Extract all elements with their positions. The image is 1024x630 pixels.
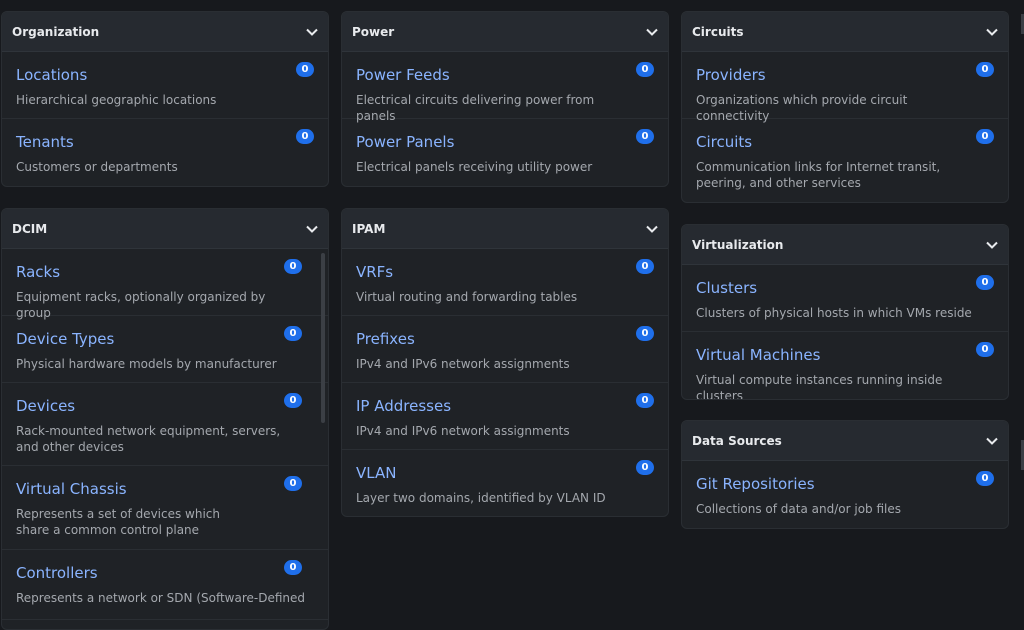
count-badge: 0: [976, 129, 994, 144]
card-title: DCIM: [12, 221, 48, 236]
card-data-sources: Data Sources Git Repositories Collection…: [681, 420, 1009, 529]
ip-addresses-link[interactable]: IP Addresses: [356, 383, 654, 415]
chevron-down-icon[interactable]: [986, 435, 998, 447]
chevron-down-icon[interactable]: [986, 239, 998, 251]
card-header-power[interactable]: Power: [342, 12, 668, 52]
git-repositories-link[interactable]: Git Repositories: [696, 461, 994, 493]
scrollbar[interactable]: [321, 253, 325, 423]
clusters-link[interactable]: Clusters: [696, 265, 994, 297]
count-badge: 0: [636, 259, 654, 274]
card-ipam: IPAM VRFs Virtual routing and forwarding…: [341, 208, 669, 517]
circuits-link[interactable]: Circuits: [696, 119, 994, 151]
count-badge: 0: [636, 62, 654, 77]
item-description: Clusters of physical hosts in which VMs …: [696, 306, 972, 320]
virtual-machines-link[interactable]: Virtual Machines: [696, 332, 994, 364]
item-description: Rack-mounted network equipment, servers,…: [16, 424, 281, 454]
list-item-power-feeds[interactable]: Power Feeds Electrical circuits deliveri…: [342, 52, 668, 123]
card-virtualization: Virtualization Clusters Clusters of phys…: [681, 224, 1009, 400]
count-badge: 0: [976, 62, 994, 77]
card-circuits: Circuits Providers Organizations which p…: [681, 11, 1009, 203]
count-badge: 0: [284, 393, 302, 408]
vlan-link[interactable]: VLAN: [356, 450, 654, 482]
card-header-virtualization[interactable]: Virtualization: [682, 225, 1008, 265]
vrfs-link[interactable]: VRFs: [356, 249, 654, 281]
card-header-data-sources[interactable]: Data Sources: [682, 421, 1008, 461]
chevron-down-icon[interactable]: [306, 223, 318, 235]
count-badge: 0: [976, 471, 994, 486]
tenants-link[interactable]: Tenants: [16, 119, 314, 151]
list-item-git-repositories[interactable]: Git Repositories Collections of data and…: [682, 461, 1008, 527]
list-item-virtual-chassis[interactable]: Virtual Chassis Represents a set of devi…: [2, 466, 328, 550]
list-item-racks[interactable]: Racks Equipment racks, optionally organi…: [2, 249, 328, 320]
list-item-locations[interactable]: Locations Hierarchical geographic locati…: [2, 52, 328, 119]
count-badge: 0: [284, 259, 302, 274]
list-item-device-types[interactable]: Device Types Physical hardware models by…: [2, 316, 328, 383]
chevron-down-icon[interactable]: [646, 26, 658, 38]
count-badge: 0: [636, 129, 654, 144]
virtual-chassis-link[interactable]: Virtual Chassis: [16, 466, 314, 498]
list-item-providers[interactable]: Providers Organizations which provide ci…: [682, 52, 1008, 123]
count-badge: 0: [296, 129, 314, 144]
chevron-down-icon[interactable]: [646, 223, 658, 235]
controllers-link[interactable]: Controllers: [16, 550, 314, 582]
item-description: Customers or departments: [16, 160, 178, 174]
list-item-vrfs[interactable]: VRFs Virtual routing and forwarding tabl…: [342, 249, 668, 316]
count-badge: 0: [284, 326, 302, 341]
card-title: Organization: [12, 24, 100, 39]
list-item-virtual-machines[interactable]: Virtual Machines Virtual compute instanc…: [682, 332, 1008, 400]
count-badge: 0: [976, 342, 994, 357]
power-feeds-link[interactable]: Power Feeds: [356, 52, 654, 84]
locations-link[interactable]: Locations: [16, 52, 314, 84]
list-item-devices[interactable]: Devices Rack-mounted network equipment, …: [2, 383, 328, 466]
count-badge: 0: [284, 476, 302, 491]
device-types-link[interactable]: Device Types: [16, 316, 314, 348]
card-power: Power Power Feeds Electrical circuits de…: [341, 11, 669, 187]
list-item-power-panels[interactable]: Power Panels Electrical panels receiving…: [342, 119, 668, 185]
card-header-circuits[interactable]: Circuits: [682, 12, 1008, 52]
card-title: Power: [352, 24, 395, 39]
count-badge: 0: [296, 62, 314, 77]
item-description: Communication links for Internet transit…: [696, 160, 941, 190]
card-title: IPAM: [352, 221, 386, 236]
item-description: Represents a set of devices which share …: [16, 507, 221, 537]
card-header-dcim[interactable]: DCIM: [2, 209, 328, 249]
item-description: Represents a network or SDN (Software-De…: [16, 591, 306, 605]
list-item-circuits[interactable]: Circuits Communication links for Interne…: [682, 119, 1008, 201]
list-item-vlan[interactable]: VLAN Layer two domains, identified by VL…: [342, 450, 668, 516]
count-badge: 0: [636, 393, 654, 408]
item-description: IPv4 and IPv6 network assignments: [356, 357, 570, 371]
card-dcim: DCIM Racks Equipment racks, optionally o…: [1, 208, 329, 630]
item-description: Hierarchical geographic locations: [16, 93, 217, 107]
item-description: Layer two domains, identified by VLAN ID: [356, 491, 606, 505]
list-item-clusters[interactable]: Clusters Clusters of physical hosts in w…: [682, 265, 1008, 332]
card-header-ipam[interactable]: IPAM: [342, 209, 668, 249]
card-title: Data Sources: [692, 433, 782, 448]
providers-link[interactable]: Providers: [696, 52, 994, 84]
item-description: Electrical panels receiving utility powe…: [356, 160, 593, 174]
item-description: IPv4 and IPv6 network assignments: [356, 424, 570, 438]
card-organization: Organization Locations Hierarchical geog…: [1, 11, 329, 187]
list-item-tenants[interactable]: Tenants Customers or departments 0: [2, 119, 328, 185]
racks-link[interactable]: Racks: [16, 249, 314, 281]
card-title: Circuits: [692, 24, 744, 39]
list-item-ip-addresses[interactable]: IP Addresses IPv4 and IPv6 network assig…: [342, 383, 668, 450]
item-description: Virtual compute instances running inside…: [696, 373, 943, 400]
power-panels-link[interactable]: Power Panels: [356, 119, 654, 151]
prefixes-link[interactable]: Prefixes: [356, 316, 654, 348]
item-description: Collections of data and/or job files: [696, 502, 901, 516]
item-description: Virtual routing and forwarding tables: [356, 290, 578, 304]
count-badge: 0: [976, 275, 994, 290]
count-badge: 0: [636, 460, 654, 475]
chevron-down-icon[interactable]: [306, 26, 318, 38]
card-title: Virtualization: [692, 237, 784, 252]
list-item-controllers[interactable]: Controllers Represents a network or SDN …: [2, 550, 328, 620]
chevron-down-icon[interactable]: [986, 26, 998, 38]
list-item-prefixes[interactable]: Prefixes IPv4 and IPv6 network assignmen…: [342, 316, 668, 383]
count-badge: 0: [284, 560, 302, 575]
devices-link[interactable]: Devices: [16, 383, 314, 415]
card-header-organization[interactable]: Organization: [2, 12, 328, 52]
count-badge: 0: [636, 326, 654, 341]
item-description: Physical hardware models by manufacturer: [16, 357, 277, 371]
